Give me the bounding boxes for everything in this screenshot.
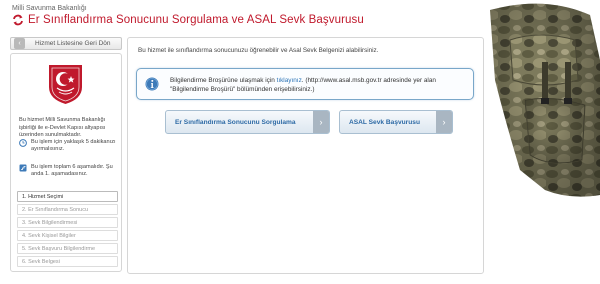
asal-application-button[interactable]: ASAL Sevk Başvurusu ›	[339, 110, 453, 134]
info-icon	[145, 77, 159, 91]
back-to-services-button[interactable]: ‹ Hizmet Listesine Geri Dön	[10, 37, 122, 50]
notice-text: Bilgilendirme Broşürüne ulaşmak için tık…	[170, 76, 470, 94]
steps-icon	[19, 164, 27, 172]
page-title: Er Sınıflandırma Sonucunu Sorgulama ve A…	[28, 14, 364, 26]
step-item-4: 4. Sevk Kişisel Bilgiler	[17, 230, 118, 241]
step-list: 1. Hizmet Seçimi 2. Er Sınıflandırma Son…	[17, 191, 118, 269]
step-item-6: 6. Sevk Belgesi	[17, 256, 118, 267]
time-info-text: Bu işlem için yaklaşık 5 dakikanızı ayır…	[31, 139, 116, 152]
back-button-label: Hizmet Listesine Geri Dön	[35, 40, 111, 47]
steps-info-text: Bu işlem toplam 6 aşamalıdır. Şu anda 1.…	[31, 164, 113, 177]
main-panel: Bu hizmet ile sınıflandırma sonucunuzu ö…	[127, 37, 484, 274]
steps-info: Bu işlem toplam 6 aşamalıdır. Şu anda 1.…	[19, 164, 121, 178]
time-info: Bu işlem için yaklaşık 5 dakikanızı ayır…	[19, 139, 121, 153]
query-button-label: Er Sınıflandırma Sonucunu Sorgulama	[175, 118, 296, 126]
step-item-2: 2. Er Sınıflandırma Sonucu	[17, 204, 118, 215]
step-item-3: 3. Sevk Bilgilendirmesi	[17, 217, 118, 228]
refresh-arrows-icon	[13, 14, 23, 26]
chevron-right-icon: ›	[436, 111, 452, 133]
step-item-1: 1. Hizmet Seçimi	[17, 191, 118, 202]
notice-prefix: Bilgilendirme Broşürüne ulaşmak için	[170, 77, 277, 84]
service-description: Bu hizmet Milli Savunma Bakanlığı işbirl…	[19, 117, 106, 139]
chevron-right-icon: ›	[313, 111, 329, 133]
page-header: Er Sınıflandırma Sonucunu Sorgulama ve A…	[12, 14, 364, 26]
ministry-name: Milli Savunma Bakanlığı	[12, 5, 87, 12]
sidebar: Bu hizmet Milli Savunma Bakanlığı işbirl…	[10, 53, 122, 272]
clock-icon	[19, 139, 27, 147]
asal-button-label: ASAL Sevk Başvurusu	[349, 118, 420, 126]
intro-text: Bu hizmet ile sınıflandırma sonucunuzu ö…	[138, 47, 379, 54]
brochure-link[interactable]: tıklayınız	[277, 77, 302, 84]
query-classification-button[interactable]: Er Sınıflandırma Sonucunu Sorgulama ›	[165, 110, 330, 134]
step-item-5: 5. Sevk Başvuru Bilgilendirme	[17, 243, 118, 254]
brochure-notice: Bilgilendirme Broşürüne ulaşmak için tık…	[136, 68, 474, 100]
chevron-left-icon: ‹	[14, 38, 25, 49]
ministry-emblem-logo	[49, 65, 82, 104]
